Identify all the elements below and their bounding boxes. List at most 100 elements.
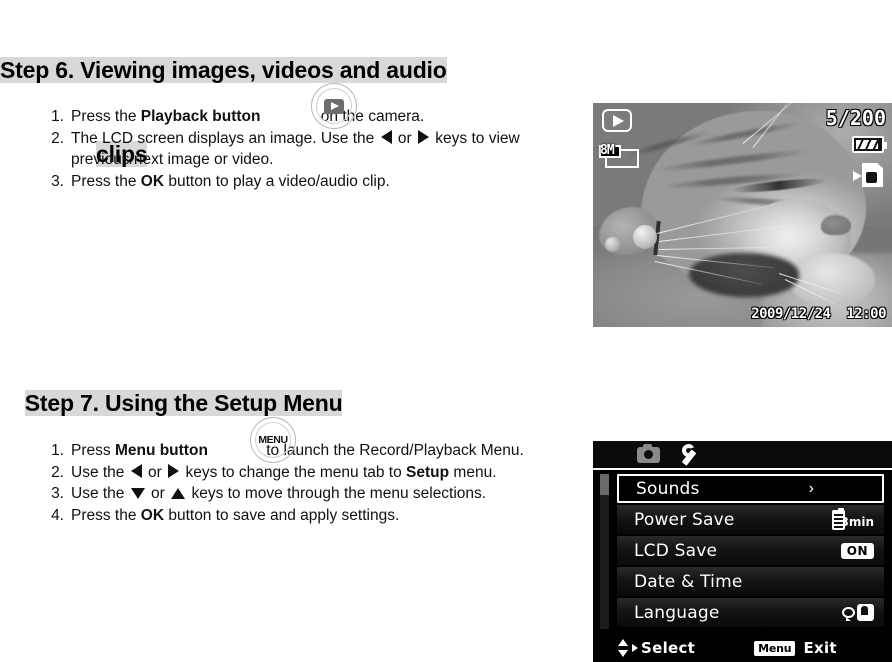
menu-item-lcd-save[interactable]: LCD Save ON <box>617 536 884 565</box>
menu-tab-bar <box>593 441 892 470</box>
list-number: 2. <box>51 129 64 147</box>
list-text: Use the or keys to change the menu tab t… <box>71 462 571 484</box>
menu-item-label: LCD Save <box>634 540 718 561</box>
right-arrow-icon <box>417 129 429 144</box>
play-glyph <box>324 98 344 114</box>
tab-record[interactable] <box>626 441 670 468</box>
menu-item-date-time[interactable]: Date & Time <box>617 567 884 596</box>
footer-select-label: Select <box>641 639 696 657</box>
step7-s4-post: button to save and apply settings. <box>164 506 400 524</box>
play-mode-icon <box>602 109 632 132</box>
list-item: 2. Use the or keys to change the menu ta… <box>41 462 571 484</box>
step7-s1-bold: Menu button <box>114 442 208 459</box>
list-text: Press the OK button to play a video/audi… <box>71 171 581 193</box>
step7-s2-pre: Use the <box>71 463 129 481</box>
list-number: 4. <box>51 506 64 524</box>
left-arrow-icon <box>130 463 142 478</box>
list-text: Use the or keys to move through the menu… <box>71 483 571 505</box>
footer-exit-label: Exit <box>803 639 837 657</box>
tab-setup[interactable] <box>670 441 714 468</box>
step6-instruction-list: 1. Press the Playback button on the came… <box>41 106 581 192</box>
list-number: 3. <box>51 172 64 190</box>
step6-s2-pre: The LCD screen displays an image. Use th… <box>71 129 379 147</box>
step6-s1-bold: Playback button <box>140 108 261 125</box>
cat-photo <box>593 103 892 327</box>
step7-s2-post: keys to change the menu tab to <box>181 463 407 481</box>
setup-menu-screenshot: Sounds › Power Save 3min LCD Save ON Dat… <box>593 441 892 662</box>
menu-scrollbar-thumb[interactable] <box>600 474 609 495</box>
list-item: 3. Press the OK button to play a video/a… <box>41 171 581 193</box>
setup-menu-list: Sounds › Power Save 3min LCD Save ON Dat… <box>593 472 892 632</box>
list-number: 1. <box>51 442 64 459</box>
playback-button-inner-ring <box>316 88 352 124</box>
menu-button-inner-ring: MENU <box>255 422 291 458</box>
up-down-right-arrows-icon <box>617 639 638 657</box>
menu-item-value: 3min <box>832 507 874 530</box>
menu-item-label: Language <box>634 602 720 623</box>
menu-item-label: Date & Time <box>634 571 743 592</box>
menu-item-value <box>842 603 874 622</box>
right-arrow-icon <box>168 463 180 478</box>
step7-s1-pre: Press <box>71 442 115 459</box>
step6-s3-pre: Press the <box>71 172 141 190</box>
resolution-icon: 8M <box>599 143 641 169</box>
left-arrow-icon <box>380 129 392 144</box>
step7-s4-bold: OK <box>140 506 165 524</box>
menu-item-power-save[interactable]: Power Save 3min <box>617 505 884 534</box>
photo-timestamp: 2009/12/24 12:00 <box>751 306 886 322</box>
step7-s2-mid: or <box>143 463 167 481</box>
list-number: 2. <box>51 463 64 481</box>
menu-item-sounds[interactable]: Sounds › <box>617 474 884 503</box>
resolution-label: 8M <box>600 143 615 158</box>
step6-s2-mid: or <box>393 129 416 147</box>
step6-s3-post: button to play a video/audio clip. <box>164 172 390 190</box>
step7-s4-pre: Press the <box>71 506 141 524</box>
step7-s2-bold: Setup <box>406 463 450 481</box>
list-item: 4. Press the OK button to save and apply… <box>41 505 571 527</box>
step7-s1-post: to launch the Record/Playback Menu. <box>261 442 524 459</box>
footer-exit-hint: Menu Exit <box>754 639 837 657</box>
power-save-value: 3min <box>840 515 874 529</box>
chevron-right-icon: › <box>808 479 814 497</box>
step7-s3-pre: Use the <box>71 485 129 502</box>
list-text: The LCD screen displays an image. Use th… <box>71 128 581 171</box>
battery-icon: 3min <box>832 507 874 530</box>
menu-item-value: › <box>809 480 872 498</box>
step6-s1-pre: Press the <box>71 108 141 125</box>
menu-scrollbar[interactable] <box>600 474 609 629</box>
down-arrow-icon <box>130 488 145 499</box>
menu-item-language[interactable]: Language <box>617 598 884 627</box>
lcd-save-status-badge: ON <box>840 542 874 559</box>
step6-s3-bold: OK <box>140 172 165 190</box>
step7-heading-text: Step 7. Using the Setup Menu <box>24 390 343 416</box>
playback-button-icon <box>311 83 357 129</box>
up-arrow-icon <box>171 488 186 499</box>
battery-icon <box>852 136 887 153</box>
step7-s3-post: keys to move through the menu selections… <box>187 485 487 502</box>
manual-page: Step 6. Viewing images, videos and audio… <box>0 0 892 662</box>
menu-item-label: Power Save <box>634 509 735 530</box>
step6-heading-line1: Step 6. Viewing images, videos and audio <box>0 57 447 83</box>
menu-button-icon: MENU <box>250 417 296 463</box>
list-item: 2. The LCD screen displays an image. Use… <box>41 128 581 171</box>
list-text: Press the OK button to save and apply se… <box>71 505 571 527</box>
menu-footer-bar: Select Menu Exit <box>593 634 892 662</box>
camera-icon <box>636 443 660 463</box>
menu-item-value: ON <box>840 542 874 559</box>
menu-item-label: Sounds <box>636 478 700 499</box>
menu-button-label: MENU <box>258 434 288 446</box>
menu-key-badge: Menu <box>754 640 796 656</box>
step7-s2-tail: menu. <box>449 463 497 481</box>
list-item: 3. Use the or keys to move through the m… <box>41 483 571 505</box>
list-number: 1. <box>51 108 64 125</box>
step7-instruction-list: 1. Press Menu button to launch the Recor… <box>41 440 571 526</box>
language-icon <box>842 603 874 622</box>
footer-select-hint: Select <box>617 639 695 657</box>
frame-counter: 5/200 <box>825 106 886 130</box>
step7-s3-mid: or <box>146 485 170 502</box>
camera-playback-screenshot: 8M 5/200 2009/12/24 12:00 <box>593 103 892 327</box>
list-text: Press Menu button to launch the Record/P… <box>71 440 571 462</box>
wrench-icon <box>681 444 703 466</box>
memory-card-icon <box>853 163 883 187</box>
list-item: 1. Press Menu button to launch the Recor… <box>41 440 571 462</box>
